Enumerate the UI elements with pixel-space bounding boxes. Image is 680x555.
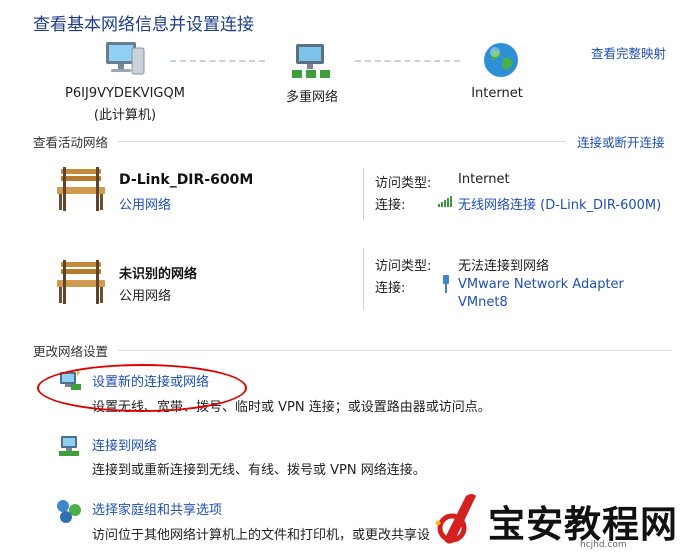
network-2-connection-link-line1[interactable]: VMware Network Adapter	[458, 277, 624, 292]
connect-to-network-desc: 连接到或重新连接到无线、有线、拨号或 VPN 网络连接。	[92, 463, 426, 478]
connect-to-network-link[interactable]: 连接到网络	[92, 435, 157, 454]
network-1-access-value: Internet	[458, 172, 510, 187]
computer-icon	[100, 40, 148, 82]
homegroup-icon	[55, 498, 83, 524]
view-full-map-link[interactable]: 查看完整映射	[591, 43, 666, 62]
highlight-ellipse	[37, 364, 247, 412]
map-connector-1	[170, 60, 265, 62]
computer-name: P6IJ9VYDEKVIGQM	[65, 86, 185, 101]
network-2-type: 公用网络	[119, 289, 172, 304]
connect-disconnect-link[interactable]: 连接或断开连接	[577, 132, 665, 151]
network-2-separator	[363, 248, 364, 310]
wireless-signal-icon	[438, 195, 454, 207]
map-connector-2	[355, 60, 460, 62]
multiple-networks-label: 多重网络	[285, 90, 338, 105]
globe-icon	[481, 40, 521, 80]
network-1-name: D-Link_DIR-600M	[119, 172, 254, 188]
network-1-access-label: 访问类型:	[375, 176, 432, 191]
page-title: 查看基本网络信息并设置连接	[33, 15, 254, 35]
homegroup-sharing-link[interactable]: 选择家庭组和共享选项	[92, 499, 222, 518]
homegroup-sharing-desc: 访问位于其他网络计算机上的文件和打印机，或更改共享设	[92, 528, 431, 543]
watermark-domain: hcjhd.com	[580, 540, 627, 550]
network-1-connection-link[interactable]: 无线网络连接 (D-Link_DIR-600M)	[458, 194, 661, 213]
computer-sub: (此计算机)	[93, 108, 157, 123]
watermark-logo-icon	[432, 490, 486, 546]
bench-icon	[55, 165, 107, 213]
network-2-access-label: 访问类型:	[375, 259, 432, 274]
network-2-access-value: 无法连接到网络	[458, 259, 550, 274]
network-1-type-link[interactable]: 公用网络	[119, 194, 171, 213]
bench-icon	[55, 258, 107, 306]
network-2-connection-label: 连接:	[375, 281, 406, 296]
active-networks-header: 查看活动网络	[33, 135, 109, 150]
change-settings-header: 更改网络设置	[33, 344, 109, 359]
network-1-separator	[363, 168, 364, 220]
network-1-connection-label: 连接:	[375, 198, 406, 213]
multiple-networks-icon	[290, 40, 334, 82]
connect-to-network-icon	[57, 434, 83, 458]
change-settings-divider	[118, 350, 671, 351]
network-2-name: 未识别的网络	[119, 267, 198, 282]
active-networks-divider	[118, 141, 566, 142]
network-adapter-icon	[441, 275, 451, 293]
internet-label: Internet	[471, 86, 523, 101]
network-2-connection-link-line2[interactable]: VMnet8	[458, 295, 508, 310]
